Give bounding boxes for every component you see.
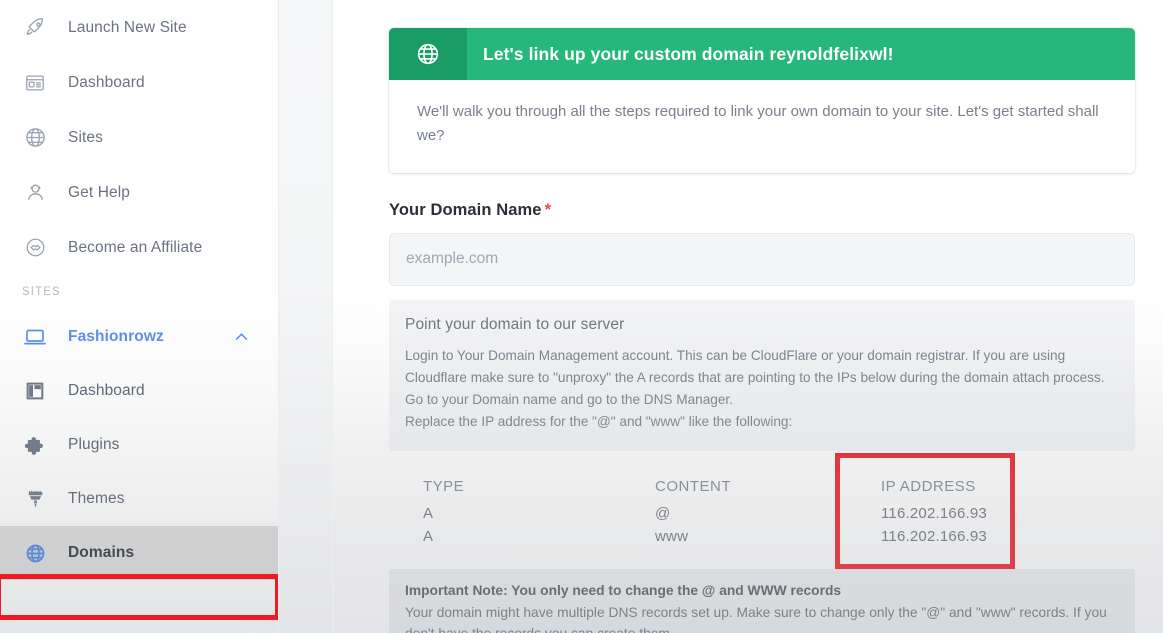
laptop-icon [20, 322, 50, 352]
sidebar-item-dashboard[interactable]: Dashboard [0, 55, 278, 110]
domain-intro-banner: Let's link up your custom domain reynold… [389, 28, 1135, 173]
main-content: Let's link up your custom domain reynold… [333, 0, 1163, 633]
sidebar-item-label: Sites [68, 128, 103, 146]
important-note-title: Important Note: You only need to change … [405, 582, 842, 598]
instruction-line: Go to your Domain name and go to the DNS… [405, 391, 733, 407]
sidebar-item-site-dashboard[interactable]: Dashboard [0, 364, 278, 418]
instruction-line: Replace the IP address for the "@" and "… [405, 413, 793, 429]
sidebar-item-sites[interactable]: Sites [0, 110, 278, 165]
sidebar-item-themes[interactable]: Themes [0, 472, 278, 526]
sidebar-item-label: Become an Affiliate [68, 238, 203, 256]
dns-header-content: CONTENT [655, 477, 731, 495]
browser-window-icon [20, 68, 50, 98]
globe-icon [389, 28, 467, 80]
banner-header: Let's link up your custom domain reynold… [389, 28, 1135, 80]
required-asterisk: * [544, 200, 552, 219]
dns-cell-ip: 116.202.166.93 [881, 527, 987, 545]
sidebar-item-label: Dashboard [68, 382, 145, 399]
handshake-icon [20, 233, 50, 263]
banner-title: Let's link up your custom domain reynold… [483, 43, 894, 64]
sidebar-item-domains[interactable]: Domains [0, 526, 278, 580]
instruction-line: Login to Your Domain Management account.… [405, 347, 1105, 385]
sidebar-section-label-sites: SITES [22, 286, 61, 298]
dns-header-ip-address: IP ADDRESS [881, 477, 976, 495]
sidebar-item-label: Themes [68, 490, 125, 507]
layout-icon [20, 376, 50, 406]
point-domain-title: Point your domain to our server [405, 315, 625, 333]
sidebar-sub-nav: Dashboard Plugins Themes Domains [0, 364, 278, 580]
dns-cell-type: A [423, 504, 434, 522]
app-root: Launch New Site Dashboard Sites Get Help… [0, 0, 1163, 633]
sidebar-item-label: Domains [68, 544, 135, 561]
dns-cell-type: A [423, 527, 434, 545]
point-domain-text: Login to Your Domain Management account.… [405, 345, 1113, 433]
puzzle-piece-icon [20, 430, 50, 460]
point-domain-panel: Point your domain to our server Login to… [389, 299, 1135, 451]
sidebar-item-label: Launch New Site [68, 18, 187, 36]
domain-name-label: Your Domain Name * [389, 201, 1133, 220]
sidebar-item-plugins[interactable]: Plugins [0, 418, 278, 472]
sidebar-item-label: Fashionrowz [68, 327, 164, 345]
rocket-icon [20, 13, 50, 43]
content-gutter [279, 0, 333, 633]
globe-icon [20, 538, 50, 568]
sidebar-item-label: Plugins [68, 436, 120, 453]
sidebar-item-become-an-affiliate[interactable]: Become an Affiliate [0, 220, 278, 275]
important-note: Important Note: You only need to change … [389, 568, 1135, 633]
sidebar-item-label: Dashboard [68, 73, 145, 91]
paint-brush-icon [20, 484, 50, 514]
chevron-up-icon[interactable] [233, 328, 250, 345]
dns-cell-content: @ [655, 504, 671, 522]
dns-cell-content: www [655, 527, 689, 545]
dns-cell-ip: 116.202.166.93 [881, 504, 987, 522]
banner-body-text: We'll walk you through all the steps req… [389, 80, 1135, 173]
person-headset-icon [20, 178, 50, 208]
sidebar-item-fashionrowz[interactable]: Fashionrowz [0, 309, 278, 364]
sidebar: Launch New Site Dashboard Sites Get Help… [0, 0, 279, 633]
sidebar-item-launch-new-site[interactable]: Launch New Site [0, 0, 278, 55]
important-note-text: Your domain might have multiple DNS reco… [405, 604, 1107, 633]
globe-icon [20, 123, 50, 153]
sidebar-primary-nav: Launch New Site Dashboard Sites Get Help… [0, 0, 278, 275]
sidebar-item-label: Get Help [68, 183, 130, 201]
sidebar-item-get-help[interactable]: Get Help [0, 165, 278, 220]
domain-name-input[interactable] [389, 232, 1135, 286]
domain-name-label-text: Your Domain Name [389, 200, 542, 219]
dns-header-type: TYPE [423, 477, 465, 495]
red-highlight-domains [0, 574, 278, 620]
dns-records-table: TYPE CONTENT IP ADDRESS A @ 116.202.166.… [389, 464, 1135, 555]
